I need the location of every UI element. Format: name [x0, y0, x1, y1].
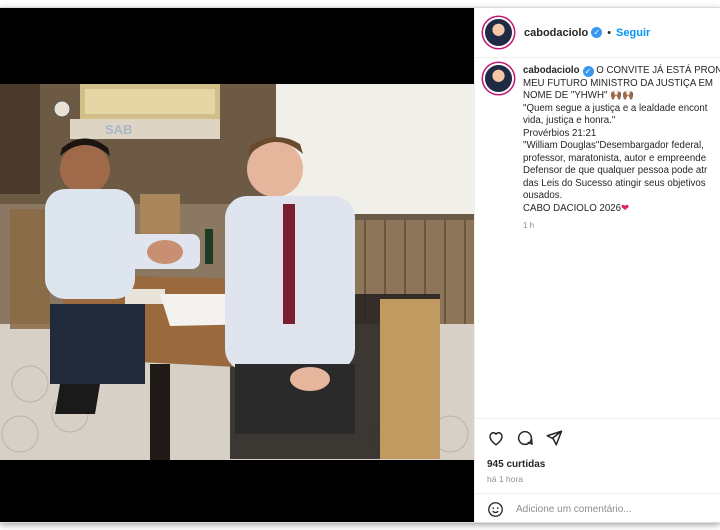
caption-line-9: das Leis do Sucesso atingir seus objetiv… [523, 177, 706, 189]
caption-line-10: ousados. [523, 190, 563, 201]
post-photo[interactable]: SAB [0, 84, 474, 460]
caption-avatar[interactable] [485, 65, 512, 92]
caption-line-6: "William Douglas"Desembargador federal, [523, 140, 704, 151]
caption-verified-icon: ✓ [582, 66, 594, 77]
restaurant-photo-illustration: SAB [0, 84, 474, 460]
caption-line-1: MEU FUTURO MINISTRO DA JUSTIÇA EM [523, 77, 713, 89]
caption-line-2: NOME DE "YHWH" 🙌🏾🙌🏾 [523, 90, 635, 101]
caption-timestamp: 1 h [523, 221, 535, 230]
caption-line-4: vida, justiça e honra." [523, 115, 616, 126]
username-link[interactable]: cabodaciolo [524, 27, 588, 39]
avatar[interactable] [485, 19, 512, 46]
emoji-smiley-icon[interactable] [487, 501, 504, 518]
caption-line-3: "Quem segue a justiça e a lealdade encon… [523, 102, 708, 114]
separator-dot: • [607, 26, 612, 39]
instagram-post-window: SAB cabodaciolo ✓ • Seguir cabodaciolo ✓… [0, 7, 720, 523]
action-bar: 945 curtidas há 1 hora Adicione um comen… [475, 418, 720, 522]
caption-last-text: CABO DACIOLO 2026 [523, 202, 621, 214]
verified-icon: ✓ [591, 27, 603, 38]
caption-line-8: Defensor de que qualquer pessoa pode atr [523, 165, 708, 176]
post-timestamp: há 1 hora [487, 474, 523, 484]
caption-first-line: cabodaciolo ✓ O CONVITE JÁ ESTÁ PRON [523, 65, 720, 78]
caption-line-11: CABO DACIOLO 2026❤ [523, 203, 720, 216]
follow-button[interactable]: Seguir [616, 27, 650, 39]
post-side-panel: cabodaciolo ✓ • Seguir cabodaciolo ✓ O CO… [474, 8, 720, 522]
sign-text: SAB [105, 122, 132, 137]
share-paper-plane-icon[interactable] [545, 429, 563, 447]
comment-input[interactable]: Adicione um comentário... [516, 504, 632, 515]
comment-bubble-icon[interactable] [516, 429, 534, 447]
post-header: cabodaciolo ✓ • Seguir [475, 8, 720, 58]
action-icons [487, 429, 563, 447]
caption-line-7: professor, maratonista, autor e empreend… [523, 152, 707, 164]
caption-text: cabodaciolo ✓ O CONVITE JÁ ESTÁ PRON MEU … [523, 65, 720, 233]
caption-username[interactable]: cabodaciolo [523, 65, 580, 76]
caption: cabodaciolo ✓ O CONVITE JÁ ESTÁ PRON MEU … [485, 65, 720, 233]
caption-line-5: Provérbios 21:21 [523, 127, 597, 139]
like-heart-icon[interactable] [487, 429, 505, 447]
comment-row: Adicione um comentário... [475, 493, 720, 522]
post-media[interactable]: SAB [0, 8, 474, 522]
heart-emoji: ❤ [621, 202, 630, 214]
likes-count[interactable]: 945 curtidas [487, 459, 545, 470]
caption-line-0: O CONVITE JÁ ESTÁ PRON [596, 65, 720, 76]
